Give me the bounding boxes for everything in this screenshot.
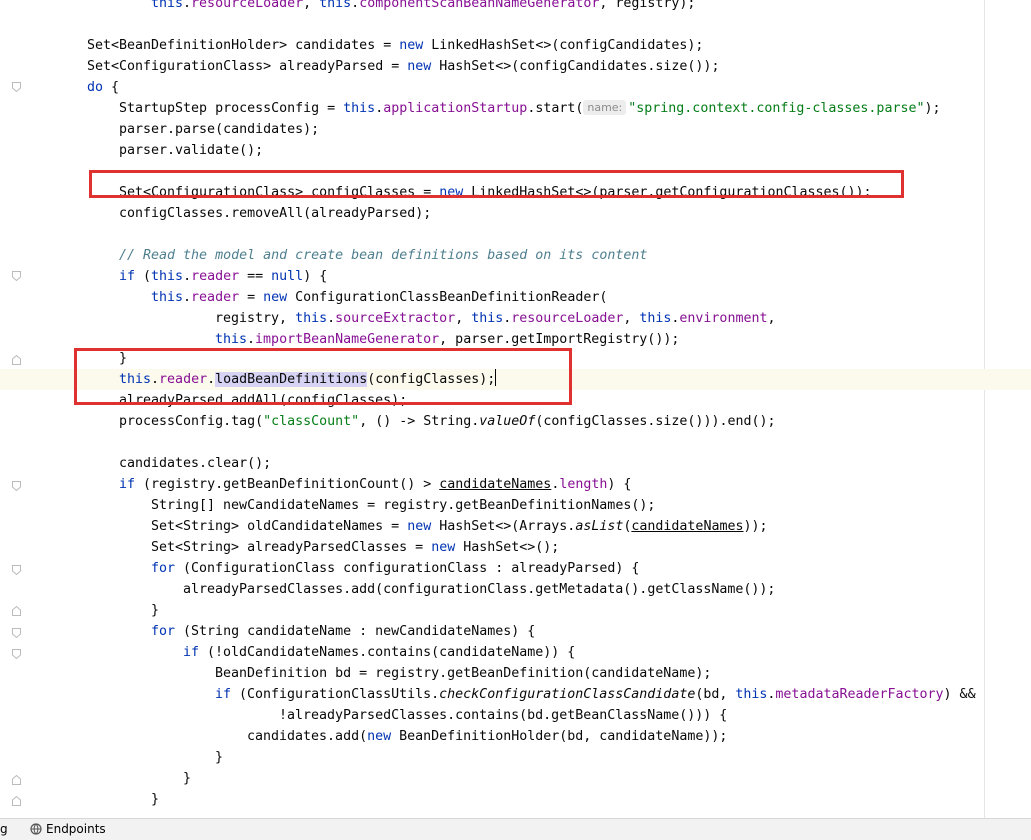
endpoints-label: Endpoints <box>46 822 106 836</box>
code-line[interactable]: !alreadyParsedClasses.contains(bd.getBea… <box>0 705 727 726</box>
code-line[interactable]: this.resourceLoader, this.componentScanB… <box>0 0 695 14</box>
code-line[interactable]: if (!oldCandidateNames.contains(candidat… <box>0 642 575 663</box>
code-line[interactable]: } <box>0 600 159 621</box>
code-line[interactable]: this.reader = new ConfigurationClassBean… <box>0 287 607 308</box>
status-tab-fragment[interactable]: g <box>0 822 8 836</box>
code-line[interactable]: BeanDefinition bd = registry.getBeanDefi… <box>0 663 711 684</box>
code-line[interactable]: } <box>0 768 191 789</box>
code-line[interactable]: for (String candidateName : newCandidate… <box>0 621 535 642</box>
code-line[interactable]: Set<BeanDefinitionHolder> candidates = n… <box>0 35 703 56</box>
code-line[interactable]: String[] newCandidateNames = registry.ge… <box>0 495 655 516</box>
code-line[interactable]: this.importBeanNameGenerator, parser.get… <box>0 329 679 350</box>
annotation-box <box>74 348 572 405</box>
code-line[interactable]: Set<String> alreadyParsedClasses = new H… <box>0 537 559 558</box>
code-line[interactable]: } <box>0 747 223 768</box>
code-line[interactable]: alreadyParsedClasses.add(configurationCl… <box>0 579 775 600</box>
status-bar: g Endpoints <box>0 818 1031 840</box>
code-line[interactable]: parser.validate(); <box>0 140 263 161</box>
code-line[interactable]: candidates.clear(); <box>0 453 271 474</box>
code-line[interactable]: configClasses.removeAll(alreadyParsed); <box>0 203 431 224</box>
code-line[interactable]: Set<String> oldCandidateNames = new Hash… <box>0 516 768 537</box>
code-line[interactable]: for (ConfigurationClass configurationCla… <box>0 558 639 579</box>
code-line[interactable]: if (ConfigurationClassUtils.checkConfigu… <box>0 684 976 705</box>
code-editor[interactable]: this.resourceLoader, this.componentScanB… <box>0 0 1031 818</box>
code-comment[interactable]: // Read the model and create bean defini… <box>0 245 647 266</box>
code-line[interactable]: candidates.add(new BeanDefinitionHolder(… <box>0 726 727 747</box>
code-line[interactable]: do { <box>0 77 119 98</box>
endpoints-tab[interactable]: Endpoints <box>30 822 106 836</box>
code-line[interactable]: if (registry.getBeanDefinitionCount() > … <box>0 474 631 495</box>
code-line[interactable]: registry, this.sourceExtractor, this.res… <box>0 308 775 329</box>
code-line[interactable]: processConfig.tag("classCount", () -> St… <box>0 411 776 432</box>
annotation-box <box>89 170 904 198</box>
code-line[interactable]: parser.parse(candidates); <box>0 119 319 140</box>
code-line[interactable]: } <box>0 789 159 810</box>
code-line[interactable]: if (this.reader == null) { <box>0 266 327 287</box>
parameter-name-hint: name: <box>583 100 627 115</box>
code-line[interactable]: StartupStep processConfig = this.applica… <box>0 98 940 119</box>
code-line[interactable]: Set<ConfigurationClass> alreadyParsed = … <box>0 56 719 77</box>
right-margin-guide <box>984 0 985 818</box>
globe-icon <box>30 823 42 835</box>
